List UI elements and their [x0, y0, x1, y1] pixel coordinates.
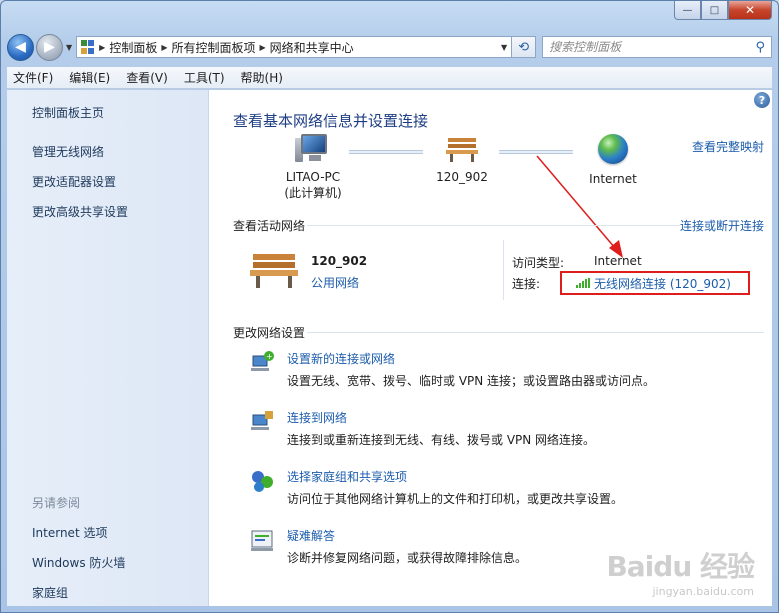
- homegroup-icon: [252, 471, 273, 492]
- annotation-arrow: [536, 155, 623, 258]
- caption-buttons: — □ ✕: [674, 1, 772, 20]
- connect-network-icon: [251, 411, 273, 430]
- watermark-url: jingyan.baidu.com: [652, 585, 754, 598]
- troubleshoot-desc: 诊断并修复网络问题，或获得故障排除信息。: [287, 551, 528, 565]
- address-row: ◀ ▶ ▼ ▶ 控制面板 ▶ 所有控制面板项 ▶ 网络和共享中心 ▼ ⟲ ⚲: [7, 31, 772, 63]
- troubleshoot-link[interactable]: 疑难解答: [287, 527, 335, 544]
- back-button[interactable]: ◀: [7, 33, 34, 61]
- history-dropdown-icon[interactable]: ▼: [66, 43, 72, 52]
- menu-view[interactable]: 查看(V): [126, 69, 168, 86]
- chevron-right-icon[interactable]: ▶: [161, 43, 167, 52]
- homegroup-link[interactable]: 选择家庭组和共享选项: [287, 468, 407, 485]
- sidebar-advanced-sharing[interactable]: 更改高级共享设置: [32, 203, 208, 220]
- vertical-divider: [503, 240, 504, 300]
- section-divider: [307, 332, 764, 333]
- arrow-right-icon: ▶: [44, 39, 55, 55]
- content-area: 控制面板主页 管理无线网络 更改适配器设置 更改高级共享设置 另请参阅 Inte…: [7, 90, 772, 606]
- left-nav-pane: 控制面板主页 管理无线网络 更改适配器设置 更改高级共享设置 另请参阅 Inte…: [7, 90, 209, 606]
- menu-tools[interactable]: 工具(T): [184, 69, 225, 86]
- menu-help[interactable]: 帮助(H): [241, 69, 283, 86]
- see-also-internet-options[interactable]: Internet 选项: [32, 524, 125, 541]
- access-type-label: 访问类型:: [512, 256, 565, 270]
- connect-network-desc: 连接到或重新连接到无线、有线、拨号或 VPN 网络连接。: [287, 433, 596, 447]
- wifi-signal-icon: [576, 278, 590, 288]
- wireless-connection-link[interactable]: 无线网络连接 (120_902): [594, 275, 731, 292]
- highlight-box: 无线网络连接 (120_902): [560, 271, 750, 295]
- sidebar-adapter-settings[interactable]: 更改适配器设置: [32, 173, 208, 190]
- troubleshoot-icon: [251, 530, 273, 551]
- network-name: 120_902: [436, 170, 488, 184]
- search-icon[interactable]: ⚲: [755, 40, 765, 55]
- see-also-section: 另请参阅 Internet 选项 Windows 防火墙 家庭组: [32, 494, 125, 612]
- connect-network-link[interactable]: 连接到网络: [287, 409, 347, 426]
- computer-subtitle: (此计算机): [284, 186, 342, 200]
- breadcrumb-network-center[interactable]: 网络和共享中心: [270, 39, 354, 56]
- refresh-button[interactable]: ⟲: [512, 36, 537, 58]
- bench-icon: [250, 254, 298, 288]
- refresh-icon: ⟲: [518, 39, 530, 55]
- section-divider: [307, 225, 680, 226]
- forward-button[interactable]: ▶: [36, 33, 63, 61]
- minimize-icon: —: [682, 4, 693, 16]
- computer-name: LITAO-PC: [285, 170, 341, 184]
- network-type-link[interactable]: 公用网络: [311, 274, 359, 291]
- access-type-value: Internet: [594, 254, 642, 268]
- chevron-down-icon[interactable]: ▼: [501, 43, 507, 52]
- main-pane: ? 查看基本网络信息并设置连接 查看完整映射 LITAO-PC (此计算机) 1…: [209, 90, 772, 606]
- map-node-computer[interactable]: LITAO-PC (此计算机): [271, 134, 355, 201]
- computer-icon: [295, 134, 331, 164]
- maximize-icon: □: [709, 4, 720, 16]
- connection-label: 连接:: [512, 277, 541, 291]
- bench-icon: [446, 138, 478, 162]
- map-node-network[interactable]: 120_902: [427, 134, 497, 184]
- control-panel-icon: [81, 40, 95, 54]
- setup-connection-desc: 设置无线、宽带、拨号、临时或 VPN 连接；或设置路由器或访问点。: [287, 374, 656, 388]
- menu-file[interactable]: 文件(F): [13, 69, 53, 86]
- svg-text:+: +: [266, 352, 273, 361]
- connect-disconnect-link[interactable]: 连接或断开连接: [680, 217, 764, 234]
- close-icon: ✕: [744, 3, 756, 17]
- see-full-map-link[interactable]: 查看完整映射: [692, 138, 764, 155]
- search-input[interactable]: [549, 40, 756, 54]
- help-icon[interactable]: ?: [754, 92, 770, 108]
- new-connection-icon: +: [251, 351, 274, 371]
- sidebar-home-link[interactable]: 控制面板主页: [32, 104, 208, 121]
- watermark-logo: Baidu 经验: [606, 550, 755, 583]
- sidebar-manage-wireless[interactable]: 管理无线网络: [32, 143, 208, 160]
- map-connector-line: [349, 150, 423, 154]
- page-title: 查看基本网络信息并设置连接: [233, 112, 429, 130]
- maximize-button[interactable]: □: [701, 1, 728, 20]
- change-settings-heading: 更改网络设置: [233, 326, 306, 340]
- see-also-homegroup[interactable]: 家庭组: [32, 584, 125, 601]
- active-network-name: 120_902: [311, 254, 368, 268]
- close-button[interactable]: ✕: [728, 1, 772, 20]
- chevron-right-icon[interactable]: ▶: [260, 43, 266, 52]
- breadcrumb-all-items[interactable]: 所有控制面板项: [171, 39, 255, 56]
- window: — □ ✕ ◀ ▶ ▼ ▶ 控制面板 ▶ 所有控制面板项 ▶ 网络和共享中心 ▼…: [0, 0, 779, 613]
- setup-connection-link[interactable]: 设置新的连接或网络: [287, 350, 395, 367]
- menu-edit[interactable]: 编辑(E): [69, 69, 110, 86]
- see-also-title: 另请参阅: [32, 496, 81, 510]
- homegroup-desc: 访问位于其他网络计算机上的文件和打印机，或更改共享设置。: [287, 492, 624, 506]
- active-network-heading: 查看活动网络: [233, 219, 306, 233]
- search-box: ⚲: [542, 36, 772, 58]
- chevron-right-icon[interactable]: ▶: [99, 43, 105, 52]
- breadcrumb-control-panel[interactable]: 控制面板: [109, 39, 157, 56]
- arrow-left-icon: ◀: [15, 39, 26, 55]
- address-bar[interactable]: ▶ 控制面板 ▶ 所有控制面板项 ▶ 网络和共享中心 ▼: [76, 36, 513, 58]
- menu-bar: 文件(F) 编辑(E) 查看(V) 工具(T) 帮助(H): [7, 67, 772, 89]
- minimize-button[interactable]: —: [674, 1, 701, 20]
- see-also-firewall[interactable]: Windows 防火墙: [32, 554, 125, 571]
- watermark: Baidu 经验 jingyan.baidu.com: [606, 545, 755, 598]
